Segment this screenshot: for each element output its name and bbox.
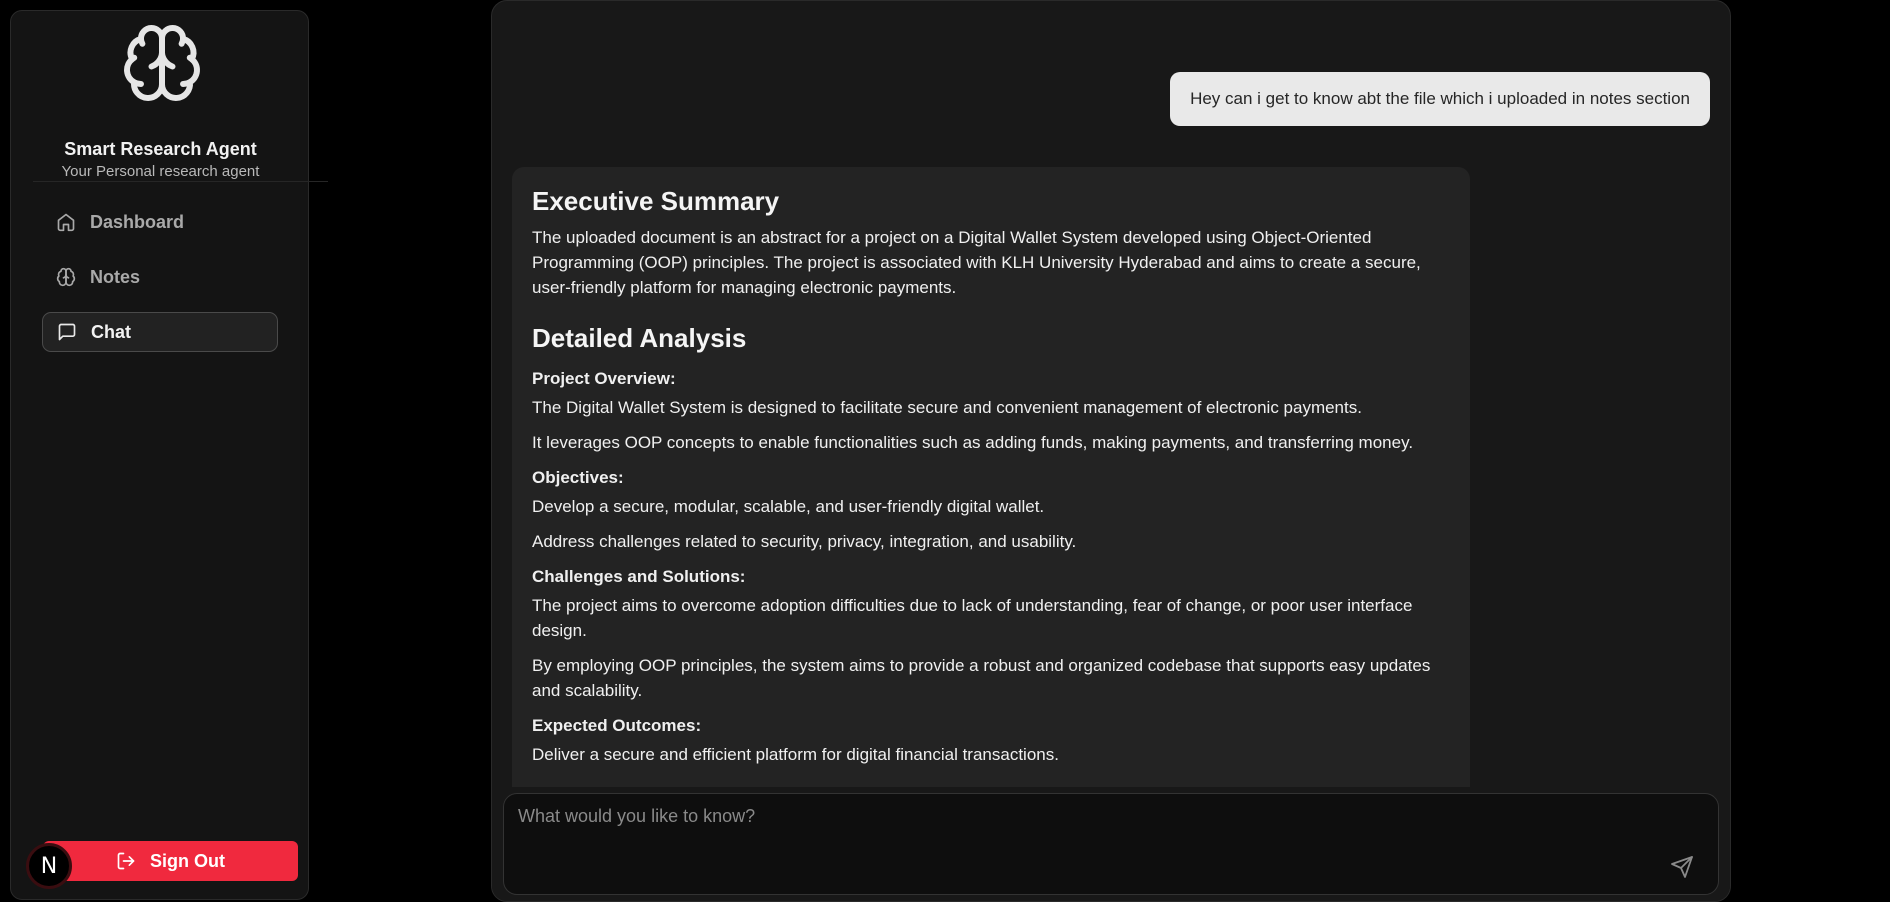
- response-summary: The uploaded document is an abstract for…: [532, 228, 1421, 297]
- composer-area: [492, 787, 1730, 901]
- section-title-expected-outcomes: Expected Outcomes:: [532, 716, 702, 735]
- brain-icon: [56, 267, 76, 287]
- section-line: By employing OOP principles, the system …: [532, 656, 1431, 700]
- message-square-icon: [58, 323, 76, 341]
- section-line: Develop a secure, modular, scalable, and…: [532, 497, 1045, 516]
- sidebar-divider: [33, 181, 328, 182]
- home-icon: [57, 213, 75, 232]
- section-line: Deliver a secure and efficient platform …: [532, 745, 1059, 764]
- section-title-challenges: Challenges and Solutions:: [532, 567, 746, 586]
- brain-icon: [124, 25, 200, 101]
- sidebar: Smart Research Agent Your Personal resea…: [10, 10, 328, 900]
- sidebar-item-label: Notes: [90, 266, 141, 287]
- response-heading-detailed-analysis: Detailed Analysis: [532, 323, 747, 353]
- sign-out-label: Sign Out: [150, 850, 225, 871]
- chat-input[interactable]: [518, 806, 1618, 827]
- composer: [503, 793, 1719, 895]
- chat-panel: Hey can i get to know abt the file which…: [491, 0, 1731, 902]
- assistant-message: Executive Summary The uploaded document …: [512, 167, 1470, 867]
- log-out-icon: [117, 852, 135, 870]
- section-line: Address challenges related to security, …: [532, 532, 1077, 551]
- section-line: It leverages OOP concepts to enable func…: [532, 433, 1414, 452]
- section-title-project-overview: Project Overview:: [532, 369, 676, 388]
- app-subtitle: Your Personal research agent: [61, 163, 260, 180]
- response-heading-executive-summary: Executive Summary: [532, 186, 780, 216]
- app-title: Smart Research Agent: [64, 139, 257, 159]
- section-line: The project aims to overcome adoption di…: [532, 596, 1413, 640]
- sidebar-item-notes[interactable]: Notes: [42, 257, 278, 297]
- avatar[interactable]: N: [26, 843, 72, 889]
- sidebar-item-dashboard[interactable]: Dashboard: [42, 202, 278, 242]
- sidebar-item-label: Chat: [91, 321, 131, 342]
- sidebar-item-chat[interactable]: Chat: [42, 312, 278, 352]
- section-title-objectives: Objectives:: [532, 468, 624, 487]
- user-message: Hey can i get to know abt the file which…: [1170, 72, 1710, 126]
- sign-out-button[interactable]: Sign Out: [43, 841, 298, 881]
- send-icon[interactable]: [1670, 855, 1694, 879]
- sidebar-item-label: Dashboard: [90, 211, 185, 232]
- section-line: The Digital Wallet System is designed to…: [532, 398, 1362, 417]
